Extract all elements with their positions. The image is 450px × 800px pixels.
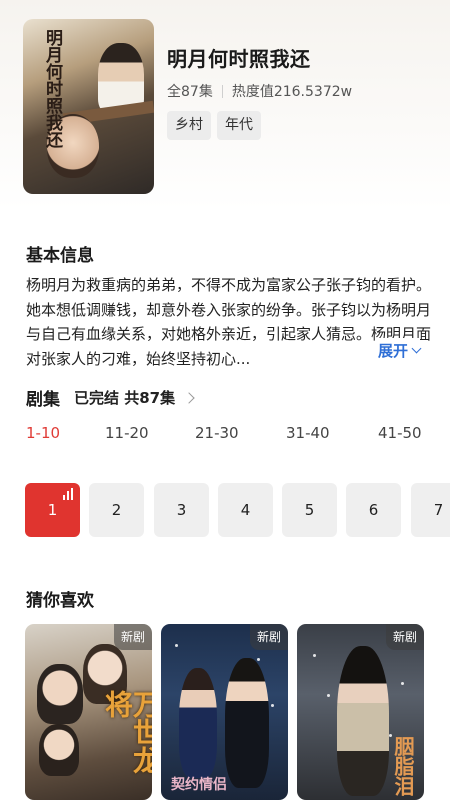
snow-particle (257, 658, 260, 661)
episode-number: 3 (176, 501, 187, 519)
drama-title: 明月何时照我还 (167, 47, 311, 71)
basic-info-heading: 基本信息 (26, 246, 94, 266)
snow-particle (401, 682, 404, 685)
episode-button[interactable]: 1 (25, 483, 80, 537)
poster-calligraphy: 契约情侣 (171, 777, 227, 793)
range-tab[interactable]: 21-30 (195, 424, 239, 442)
new-badge: 新剧 (250, 624, 288, 650)
poster-calligraphy-title: 明月何时照我还 (42, 29, 62, 148)
poster-calligraphy: 胭脂泪 (391, 736, 415, 796)
episode-number: 6 (368, 501, 379, 519)
episode-button[interactable]: 3 (154, 483, 209, 537)
episode-number: 1 (47, 501, 58, 519)
episodes-header[interactable]: 剧集 已完结 共87集 (26, 385, 195, 410)
snow-particle (313, 654, 316, 657)
episode-number: 2 (111, 501, 122, 519)
drama-meta: 全87集 热度值216.5372w (167, 81, 352, 101)
meta-divider (221, 84, 223, 98)
episode-button[interactable]: 5 (282, 483, 337, 537)
episode-button[interactable]: 7 (411, 483, 450, 537)
snow-particle (327, 694, 330, 697)
synopsis-text: 杨明月为救重病的弟弟，不得不成为富家公子张子钧的看护。她本想低调赚钱，却意外卷入… (26, 276, 432, 368)
tag-list: 乡村 年代 (167, 111, 261, 140)
heat-value: 热度值216.5372w (231, 84, 353, 100)
snow-particle (175, 644, 178, 647)
episode-button[interactable]: 4 (218, 483, 273, 537)
tag-chip[interactable]: 乡村 (167, 111, 211, 140)
range-tab[interactable]: 41-50 (378, 424, 422, 442)
recommend-list: 万世龙将 新剧 契约情侣 新剧 胭脂泪 新剧 (25, 624, 450, 800)
poster-figure (39, 724, 79, 776)
recommend-card[interactable]: 胭脂泪 新剧 (297, 624, 424, 800)
episode-range-tabs: 1-10 11-20 21-30 31-40 41-50 (0, 424, 450, 444)
episode-button[interactable]: 6 (346, 483, 401, 537)
new-badge: 新剧 (114, 624, 152, 650)
chevron-down-icon (411, 343, 422, 353)
poster-figure (337, 646, 389, 796)
poster-figure (37, 664, 83, 724)
episode-grid: 1 2 3 4 5 6 7 (25, 483, 450, 537)
recommend-card[interactable]: 契约情侣 新剧 (161, 624, 288, 800)
expand-button[interactable]: 展开 (376, 338, 422, 362)
expand-label: 展开 (378, 341, 409, 360)
range-tab[interactable]: 31-40 (286, 424, 330, 442)
recommend-card[interactable]: 万世龙将 新剧 (25, 624, 152, 800)
episodes-heading: 剧集 (26, 390, 60, 410)
episode-count: 全87集 (167, 84, 213, 100)
new-badge: 新剧 (386, 624, 424, 650)
range-tab[interactable]: 11-20 (105, 424, 149, 442)
episode-number: 5 (304, 501, 315, 519)
poster-calligraphy: 万世龙将 (101, 690, 152, 774)
now-playing-icon (63, 488, 74, 500)
range-tab[interactable]: 1-10 (26, 424, 60, 442)
tag-chip[interactable]: 年代 (217, 111, 261, 140)
episode-number: 7 (433, 501, 444, 519)
chevron-right-icon (183, 391, 195, 404)
poster-figure (179, 668, 217, 778)
episodes-status: 已完结 共87集 (74, 389, 176, 407)
poster-figure (225, 658, 269, 788)
snow-particle (271, 704, 274, 707)
drama-poster[interactable]: 明月何时照我还 (23, 19, 154, 194)
recommend-heading: 猜你喜欢 (26, 591, 94, 611)
episode-button[interactable]: 2 (89, 483, 144, 537)
episode-number: 4 (240, 501, 251, 519)
